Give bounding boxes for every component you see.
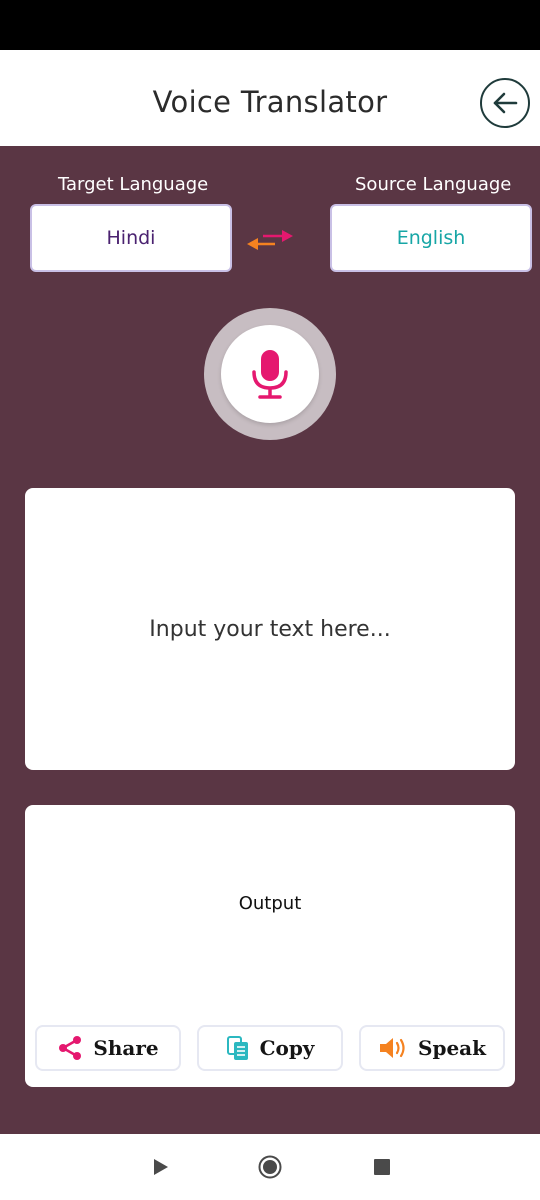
output-card: Output Share Copy Speak	[25, 805, 515, 1087]
input-text-area[interactable]: Input your text here...	[25, 488, 515, 770]
nav-back-button[interactable]	[148, 1155, 172, 1179]
nav-recents-button[interactable]	[370, 1155, 394, 1179]
target-language-selector[interactable]: Hindi	[30, 204, 232, 272]
swap-languages-button[interactable]	[245, 226, 295, 254]
app-header: Voice Translator	[0, 50, 540, 146]
share-label: Share	[93, 1036, 159, 1060]
copy-icon	[226, 1036, 248, 1060]
square-icon	[374, 1159, 390, 1175]
target-language-label: Target Language	[58, 174, 209, 195]
source-language-label: Source Language	[355, 174, 512, 195]
input-placeholder[interactable]: Input your text here...	[149, 617, 390, 642]
page-title: Voice Translator	[152, 85, 388, 119]
speak-button[interactable]: Speak	[359, 1025, 505, 1071]
nav-home-button[interactable]	[258, 1155, 282, 1179]
play-triangle-icon	[154, 1159, 168, 1175]
copy-button[interactable]: Copy	[197, 1025, 343, 1071]
swap-arrows-icon	[247, 230, 293, 250]
home-circle-icon	[258, 1155, 282, 1179]
output-text: Output	[238, 893, 302, 914]
mic-button[interactable]	[221, 325, 319, 423]
share-icon	[59, 1036, 82, 1060]
speaker-icon	[380, 1038, 405, 1058]
microphone-icon	[252, 350, 288, 399]
main-content: Target Language Source Language Hindi En…	[0, 146, 540, 1134]
arrow-left-icon	[493, 92, 518, 114]
back-button[interactable]	[480, 78, 530, 128]
source-language-selector[interactable]: English	[330, 204, 532, 272]
share-button[interactable]: Share	[35, 1025, 181, 1071]
speak-label: Speak	[418, 1036, 486, 1060]
mic-ring	[204, 308, 336, 440]
system-nav-bar	[0, 1134, 540, 1200]
status-bar	[0, 0, 540, 50]
copy-label: Copy	[259, 1036, 315, 1060]
